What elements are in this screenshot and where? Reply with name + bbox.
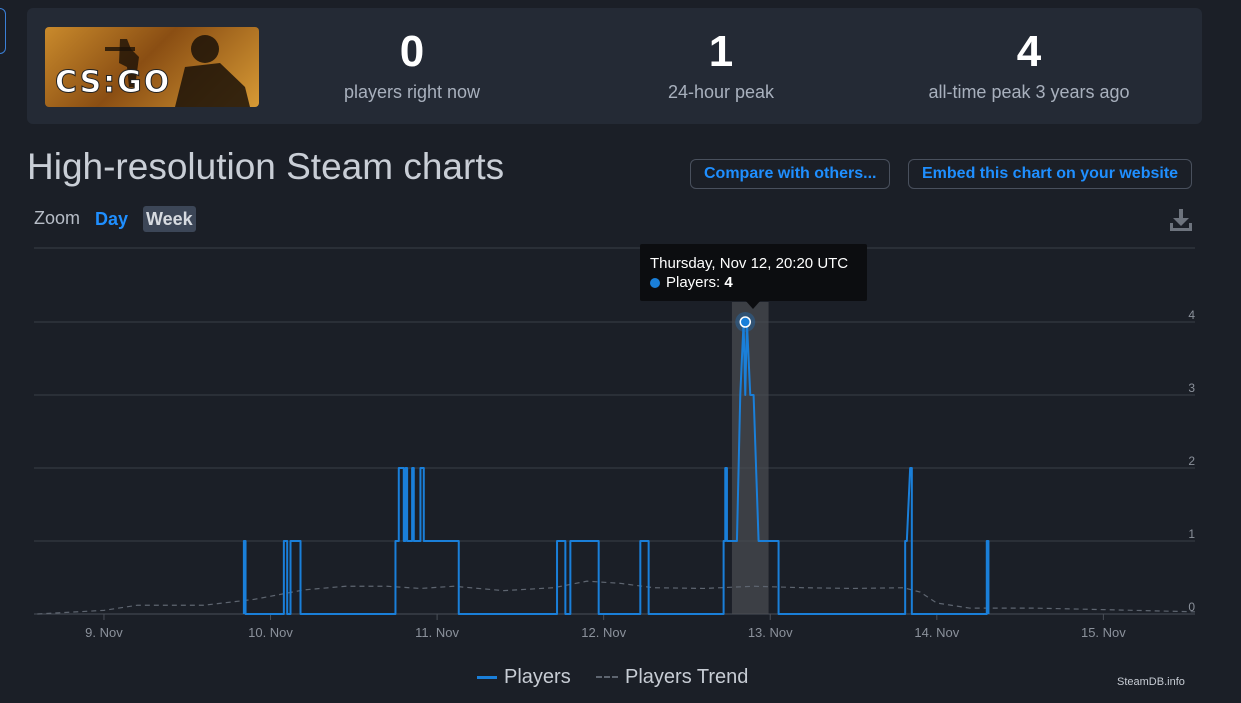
chart-tooltip: Thursday, Nov 12, 20:20 UTC Players: 4	[640, 244, 867, 301]
y-tick-label: 3	[1188, 381, 1195, 395]
x-tick-label: 14. Nov	[914, 625, 959, 640]
tooltip-value: 4	[724, 274, 733, 291]
stat-current-players: 0 players right now	[272, 26, 552, 103]
x-tick-label: 10. Nov	[248, 625, 293, 640]
y-tick-label: 2	[1188, 454, 1195, 468]
legend-players-swatch	[477, 675, 497, 679]
legend-players-label: Players	[504, 665, 571, 688]
x-tick-label: 13. Nov	[748, 625, 793, 640]
legend-item-trend[interactable]: Players Trend	[596, 664, 748, 690]
legend-item-players[interactable]: Players	[477, 664, 571, 690]
x-tick-label: 15. Nov	[1081, 625, 1126, 640]
stats-panel: CS:GO 0 players right now 1 24-hour peak…	[27, 8, 1202, 124]
steamdb-credit[interactable]: SteamDB.info	[1117, 676, 1185, 688]
hover-highlight-band	[731, 302, 769, 614]
download-icon[interactable]	[1168, 207, 1194, 233]
zoom-day-button[interactable]: Day	[92, 206, 131, 232]
tooltip-arrow	[745, 300, 761, 309]
zoom-week-button[interactable]: Week	[143, 206, 196, 232]
y-axis-ticks: 01234	[1188, 308, 1195, 614]
tooltip-series-label: Players:	[666, 274, 725, 291]
tooltip-date: Thursday, Nov 12, 20:20 UTC	[650, 255, 849, 272]
stat-value: 4	[1016, 27, 1042, 76]
logo-text: CS:GO	[54, 65, 172, 101]
x-tick-label: 11. Nov	[415, 625, 459, 640]
tooltip-series-row: Players: 4	[650, 273, 857, 292]
left-edge-button[interactable]	[0, 8, 6, 54]
hover-marker-point	[739, 316, 752, 328]
y-tick-label: 4	[1188, 308, 1195, 322]
zoom-label: Zoom	[34, 208, 81, 228]
stat-24h-peak: 1 24-hour peak	[581, 26, 861, 103]
compare-button[interactable]: Compare with others...	[690, 159, 891, 189]
y-tick-label: 1	[1188, 527, 1195, 541]
hover-marker	[735, 312, 756, 332]
stat-label: players right now	[343, 82, 481, 102]
series-dot-icon	[650, 278, 660, 288]
stat-value: 0	[399, 27, 425, 76]
series-line-players-trend	[37, 580, 1196, 615]
x-tick-label: 9. Nov	[85, 625, 123, 640]
stat-label: all-time peak 3 years ago	[928, 82, 1130, 102]
player-chart: 01234 9. Nov 10. Nov 11. Nov 12. Nov 13. Nov…	[34, 247, 1196, 640]
page-title: High-resolution Steam charts	[27, 146, 505, 187]
x-axis-ticks: 9. Nov 10. Nov 11. Nov 12. Nov 13. Nov 14. No…	[85, 614, 1126, 640]
stat-alltime-peak: 4 all-time peak 3 years ago	[889, 26, 1169, 103]
chart-grid	[34, 247, 1195, 615]
embed-chart-button[interactable]: Embed this chart on your website	[908, 159, 1193, 189]
legend-trend-label: Players Trend	[625, 665, 749, 688]
x-tick-label: 12. Nov	[581, 625, 626, 640]
stat-value: 1	[708, 27, 734, 76]
game-logo: CS:GO	[45, 27, 259, 107]
stat-label: 24-hour peak	[667, 82, 775, 102]
legend-trend-swatch	[596, 676, 618, 678]
